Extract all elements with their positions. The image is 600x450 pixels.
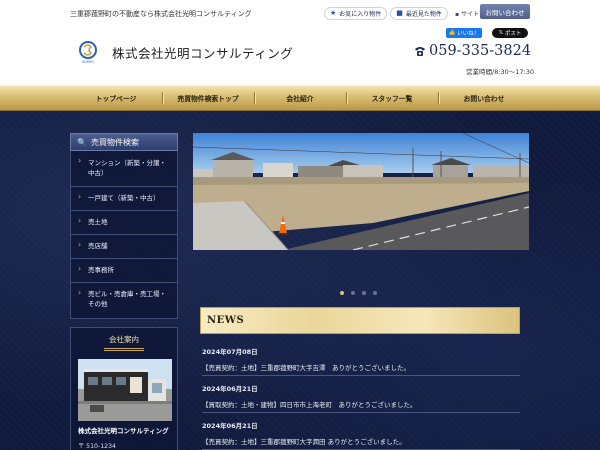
business-hours: 営業時間/8:30～17:30	[466, 68, 535, 76]
news-item[interactable]: 2024年06月21日 【売買契約：土地】三重郡菰野町大字潤田 ありがとうござい…	[202, 413, 520, 450]
recently-viewed-link[interactable]: ■ 最近見た物件	[390, 6, 448, 20]
search-icon: 🔍	[77, 137, 87, 147]
bookmark-icon: ■	[396, 9, 403, 17]
header-company-name[interactable]: 株式会社光明コンサルティング	[112, 43, 293, 62]
logo-wordmark: KOMYO	[82, 60, 94, 64]
sidebar-category-list: マンション（新築・分譲・中古） 一戸建て（新築・中古） 売土地 売店舗 売事務所…	[70, 151, 178, 319]
sidebar-search-title: 売買物件検索	[90, 137, 139, 147]
nav-item-top-page[interactable]: トップページ	[70, 86, 162, 110]
slide-indicators	[340, 291, 384, 295]
news-date: 2024年06月21日	[202, 385, 258, 393]
hero-slide-image[interactable]	[193, 133, 529, 250]
phone-number-text: 059-335-3824	[429, 43, 532, 59]
slide-dot-4[interactable]	[373, 291, 377, 295]
company-info-box: 会社案内 株式会社光明コンサルティング 〒 510-1234	[70, 327, 178, 450]
favorites-label: お気に入り物件	[339, 10, 382, 18]
header-contact-button[interactable]: お問い合わせ	[480, 4, 530, 19]
x-post-label: ポスト	[504, 31, 522, 37]
nav-item-staff[interactable]: スタッフ一覧	[346, 86, 438, 110]
global-navigation: トップページ 売買物件検索トップ 会社紹介 スタッフ一覧 お問い合わせ	[0, 85, 600, 111]
title-ornament	[104, 348, 144, 351]
fb-like-label: いいね！	[457, 31, 480, 37]
sidebar-search-heading: 🔍 売買物件検索	[70, 133, 178, 151]
news-item[interactable]: 2024年06月21日 【買取契約：土地・建物】四日市市上海老町 ありがとうござ…	[202, 376, 520, 413]
nav-item-company[interactable]: 会社紹介	[254, 86, 346, 110]
social-buttons: 👍 いいね！ 𝕏 ポスト	[446, 28, 528, 38]
news-item[interactable]: 2024年07月08日 【売買契約：土地】三重郡菰野町大字吉澤 ありがとうござい…	[202, 339, 520, 376]
x-logo-icon: 𝕏	[498, 30, 504, 36]
header-utility-links: ★ お気に入り物件 ■ 最近見た物件 ▪サイトマップ	[324, 6, 497, 20]
sidebar-item-house[interactable]: 一戸建て（新築・中古）	[70, 187, 178, 211]
office-building-photo[interactable]	[78, 359, 172, 421]
slide-dot-1[interactable]	[340, 291, 344, 295]
star-icon: ★	[330, 9, 337, 17]
slide-dot-2[interactable]	[351, 291, 355, 295]
sidebar-item-building-other[interactable]: 売ビル・売倉庫・売工場・その他	[70, 283, 178, 319]
news-text[interactable]: 【売買契約：土地】三重郡菰野町大字潤田 ありがとうございました。	[202, 436, 520, 446]
company-info-name: 株式会社光明コンサルティング	[78, 427, 169, 435]
phone-icon	[415, 47, 425, 56]
news-text[interactable]: 【売買契約：土地】三重郡菰野町大字吉澤 ありがとうございました。	[202, 362, 520, 372]
sitemap-icon: ▪	[454, 10, 460, 18]
news-text[interactable]: 【買取契約：土地・建物】四日市市上海老町 ありがとうございました。	[202, 399, 520, 409]
company-logo[interactable]: KOMYO	[76, 40, 100, 64]
sidebar-item-office[interactable]: 売事務所	[70, 259, 178, 283]
news-list: 2024年07月08日 【売買契約：土地】三重郡菰野町大字吉澤 ありがとうござい…	[202, 339, 520, 450]
company-info-zip: 〒 510-1234	[78, 443, 116, 450]
company-info-title: 会社案内	[109, 335, 139, 344]
phone-number[interactable]: 059-335-3824	[414, 43, 531, 59]
nav-item-property-search[interactable]: 売買物件検索トップ	[162, 86, 254, 110]
news-date: 2024年06月21日	[202, 422, 258, 430]
recent-label: 最近見た物件	[405, 10, 442, 18]
site-header: 三重郡菰野町の不動産なら株式会社光明コンサルティング ★ お気に入り物件 ■ 最…	[0, 0, 600, 85]
sidebar-item-store[interactable]: 売店舗	[70, 235, 178, 259]
header-tagline: 三重郡菰野町の不動産なら株式会社光明コンサルティング	[70, 10, 252, 18]
news-date: 2024年07月08日	[202, 348, 258, 356]
main-content: 🔍 売買物件検索 マンション（新築・分譲・中古） 一戸建て（新築・中古） 売土地…	[0, 111, 600, 450]
x-post-button[interactable]: 𝕏 ポスト	[492, 28, 528, 38]
favorites-link[interactable]: ★ お気に入り物件	[324, 6, 388, 20]
sidebar-item-land[interactable]: 売土地	[70, 211, 178, 235]
sidebar-item-mansion[interactable]: マンション（新築・分譲・中古）	[70, 151, 178, 187]
slide-dot-3[interactable]	[362, 291, 366, 295]
news-title: NEWS	[207, 315, 245, 326]
thumbs-up-icon: 👍	[448, 30, 456, 36]
facebook-like-button[interactable]: 👍 いいね！	[446, 28, 482, 38]
nav-item-contact[interactable]: お問い合わせ	[438, 86, 530, 110]
news-heading: NEWS	[200, 307, 520, 334]
